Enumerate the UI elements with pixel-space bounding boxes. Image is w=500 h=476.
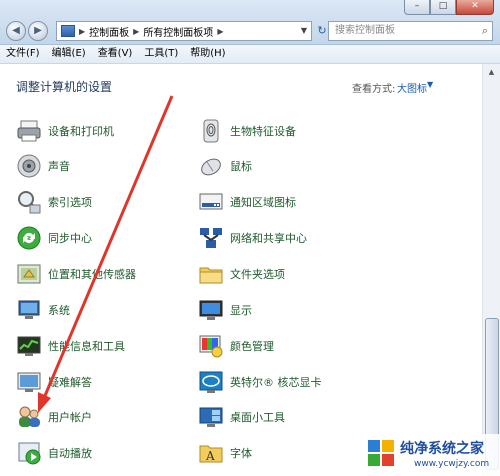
watermark: 纯净系统之家 www.ycwjzy.com [360, 434, 500, 476]
watermark-url: www.ycwjzy.com [414, 459, 490, 469]
annotation-arrow [38, 95, 174, 413]
control-panel-window: – □ ✕ ◀ ▶ ▶ 控制面板 ▶ 所有控制面板项 ▶ ▼ ↻ 搜索控制面板 … [0, 0, 500, 476]
watermark-logo-icon [368, 440, 394, 466]
watermark-title: 纯净系统之家 [400, 441, 484, 457]
